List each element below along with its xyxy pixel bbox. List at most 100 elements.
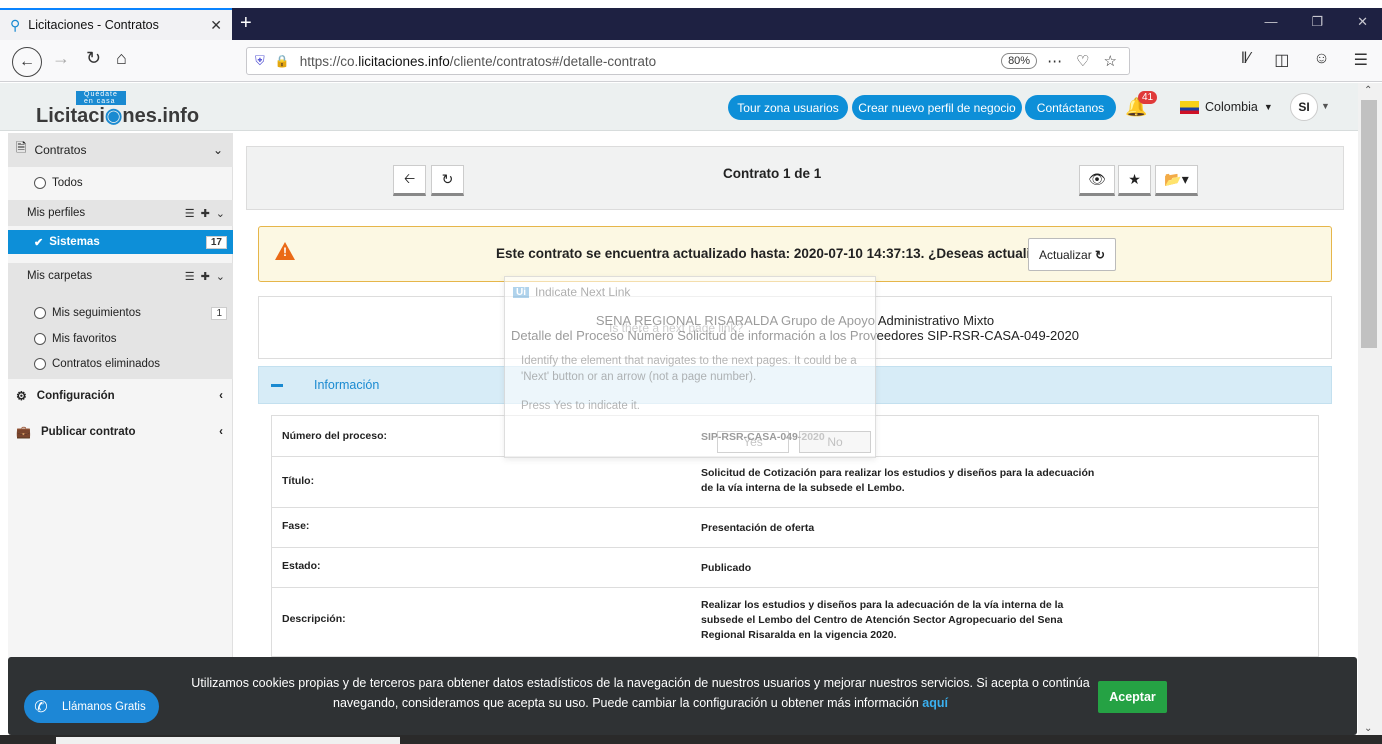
pocket-icon[interactable]: ♡ xyxy=(1076,52,1089,70)
field-value: Presentación de oferta xyxy=(701,522,815,534)
contact-button[interactable]: Contáctanos xyxy=(1025,95,1116,120)
sliders-icon[interactable]: ☰ xyxy=(185,270,195,283)
call-free-button[interactable]: ✆ Llámanos Gratis xyxy=(24,690,159,723)
field-label: Título: xyxy=(282,475,315,487)
profile-controls: ☰ ✚ ⌄ xyxy=(185,207,225,220)
refresh-icon: ↻ xyxy=(441,171,454,187)
sidebar-item-sistemas[interactable]: ✔ Sistemas 17 xyxy=(8,230,233,254)
field-label: Fase: xyxy=(282,520,310,532)
sidebar-section-profiles[interactable]: Mis perfiles ☰ ✚ ⌄ xyxy=(8,200,233,226)
plus-icon[interactable]: ✚ xyxy=(201,270,210,283)
sidebar-item-configuration[interactable]: ⚙ Configuración ‹ xyxy=(8,384,233,408)
sidebar-item-all[interactable]: Todos xyxy=(8,171,233,195)
url-bar[interactable]: ⛨ 🔒 https://co.licitaciones.info/cliente… xyxy=(246,47,1130,75)
folder-controls: ☰ ✚ ⌄ xyxy=(185,270,225,283)
colombia-flag-icon xyxy=(1180,100,1199,114)
sidebar-section-contracts[interactable]: 🗎 Contratos ⌄ xyxy=(8,133,233,167)
url-text[interactable]: https://co.licitaciones.info/cliente/con… xyxy=(300,54,991,69)
sidebar-item-label: Mis carpetas xyxy=(27,270,93,282)
maximize-icon[interactable]: ❐ xyxy=(1311,14,1323,30)
update-alert: Este contrato se encuentra actualizado h… xyxy=(258,226,1332,282)
radio-icon xyxy=(34,307,46,319)
field-label: Estado: xyxy=(282,560,321,572)
folder-button[interactable]: 📂▾ xyxy=(1155,165,1198,196)
view-button[interactable]: 👁 xyxy=(1079,165,1115,196)
back-icon[interactable]: ← xyxy=(12,47,42,77)
sidebar-item-deleted[interactable]: Contratos eliminados xyxy=(8,352,233,376)
chevron-down-icon[interactable]: ⌄ xyxy=(216,207,225,220)
refresh-button[interactable]: ↻ xyxy=(431,165,464,196)
refresh-icon: ↻ xyxy=(1095,247,1106,262)
accept-button[interactable]: Aceptar xyxy=(1098,681,1167,713)
chevron-left-icon: ‹ xyxy=(219,390,223,402)
logo-text: Licitaci◉nes.info xyxy=(36,105,200,127)
chevron-left-icon: ‹ xyxy=(219,426,223,438)
update-button-label: Actualizar xyxy=(1039,247,1092,262)
radio-icon xyxy=(34,358,46,370)
account-icon[interactable]: ☺ xyxy=(1313,50,1329,70)
minimize-icon[interactable]: — xyxy=(1264,14,1277,30)
shield-icon[interactable]: ⛨ xyxy=(255,53,265,69)
sidebar-item-follow-ups[interactable]: Mis seguimientos 1 xyxy=(8,301,233,325)
scroll-up-icon[interactable]: ⌃ xyxy=(1364,85,1372,96)
table-row: Estado: Publicado xyxy=(271,547,1319,588)
favorite-button[interactable]: ★ xyxy=(1118,165,1151,196)
create-profile-button[interactable]: Crear nuevo perfil de negocio xyxy=(852,95,1022,120)
sidebar-section-folders[interactable]: Mis carpetas ☰ ✚ ⌄ xyxy=(8,263,233,289)
tour-button[interactable]: Tour zona usuarios xyxy=(728,95,848,120)
dialog-question: Is there a next page link? xyxy=(609,321,744,335)
radio-icon xyxy=(34,333,46,345)
country-label: Colombia xyxy=(1205,100,1258,114)
tab-close-icon[interactable]: ✕ xyxy=(210,17,222,34)
notification-badge: 41 xyxy=(1138,91,1158,104)
os-taskbar xyxy=(0,735,1382,744)
lock-icon[interactable]: 🔒 xyxy=(275,54,290,68)
table-row: Fase: Presentación de oferta xyxy=(271,507,1319,548)
indicate-next-link-dialog: Ui Indicate Next Link Is there a next pa… xyxy=(504,276,876,458)
count-badge: 1 xyxy=(211,306,227,320)
field-value: Realizar los estudios y diseños para la … xyxy=(701,599,1064,641)
yes-button[interactable]: Yes xyxy=(717,431,789,453)
browser-tab[interactable]: ⚲ Licitaciones - Contratos ✕ xyxy=(0,8,232,40)
window-close-icon[interactable]: ✕ xyxy=(1357,14,1368,30)
sidebar-toggle-icon[interactable]: ◫ xyxy=(1274,50,1289,70)
sidebar-item-label: Configuración xyxy=(36,390,115,402)
scroll-down-icon[interactable]: ⌄ xyxy=(1364,723,1372,734)
sidebar-item-label: Mis perfiles xyxy=(27,207,86,219)
dialog-instruction: Press Yes to indicate it. xyxy=(521,400,640,412)
plus-icon[interactable]: ✚ xyxy=(201,207,210,220)
scrollbar-thumb[interactable] xyxy=(1361,100,1377,348)
more-actions-icon[interactable]: ⋯ xyxy=(1047,52,1062,70)
sidebar-item-label: Todos xyxy=(52,177,83,189)
home-icon[interactable]: ⌂ xyxy=(116,48,127,69)
briefcase-icon: 💼 xyxy=(16,425,31,439)
update-button[interactable]: Actualizar ↻ xyxy=(1028,238,1117,271)
uipath-icon: Ui xyxy=(513,286,529,298)
folder-open-icon: 📂▾ xyxy=(1164,171,1189,187)
country-selector[interactable]: Colombia ▼ xyxy=(1180,100,1273,114)
dialog-header: Ui Indicate Next Link xyxy=(513,285,630,299)
no-button[interactable]: No xyxy=(799,431,871,453)
forward-icon[interactable]: → xyxy=(52,48,70,69)
sidebar-item-publish[interactable]: 💼 Publicar contrato ‹ xyxy=(8,420,233,444)
table-row: Título: Solicitud de Cotización para rea… xyxy=(271,456,1319,508)
sidebar-item-favorites[interactable]: Mis favoritos xyxy=(8,327,233,351)
new-tab-button[interactable]: + xyxy=(240,12,252,35)
chevron-down-icon[interactable]: ⌄ xyxy=(216,270,225,283)
window-controls: — ❐ ✕ xyxy=(1264,14,1368,30)
reload-icon[interactable]: ↻ xyxy=(86,48,101,69)
eye-icon: 👁 xyxy=(1088,171,1106,187)
sidebar-item-label: Contratos xyxy=(34,143,87,157)
bookmark-star-icon[interactable]: ☆ xyxy=(1104,52,1117,70)
taskbar-window[interactable] xyxy=(56,737,400,744)
back-button[interactable]: 🡠 xyxy=(393,165,426,196)
caret-down-icon[interactable]: ▼ xyxy=(1321,101,1330,111)
url-bar-actions: ⋯ ♡ ☆ xyxy=(1047,52,1129,70)
sidebar: 🗎 Contratos ⌄ Todos Mis perfiles ☰ ✚ ⌄ ✔… xyxy=(8,133,233,658)
sliders-icon[interactable]: ☰ xyxy=(185,207,195,220)
more-info-link[interactable]: aquí xyxy=(922,696,948,710)
library-icon[interactable]: ‖⁄ xyxy=(1241,50,1250,70)
zoom-indicator[interactable]: 80% xyxy=(1001,53,1038,69)
user-avatar[interactable]: SI xyxy=(1290,93,1318,121)
menu-icon[interactable]: ☰ xyxy=(1354,50,1368,70)
